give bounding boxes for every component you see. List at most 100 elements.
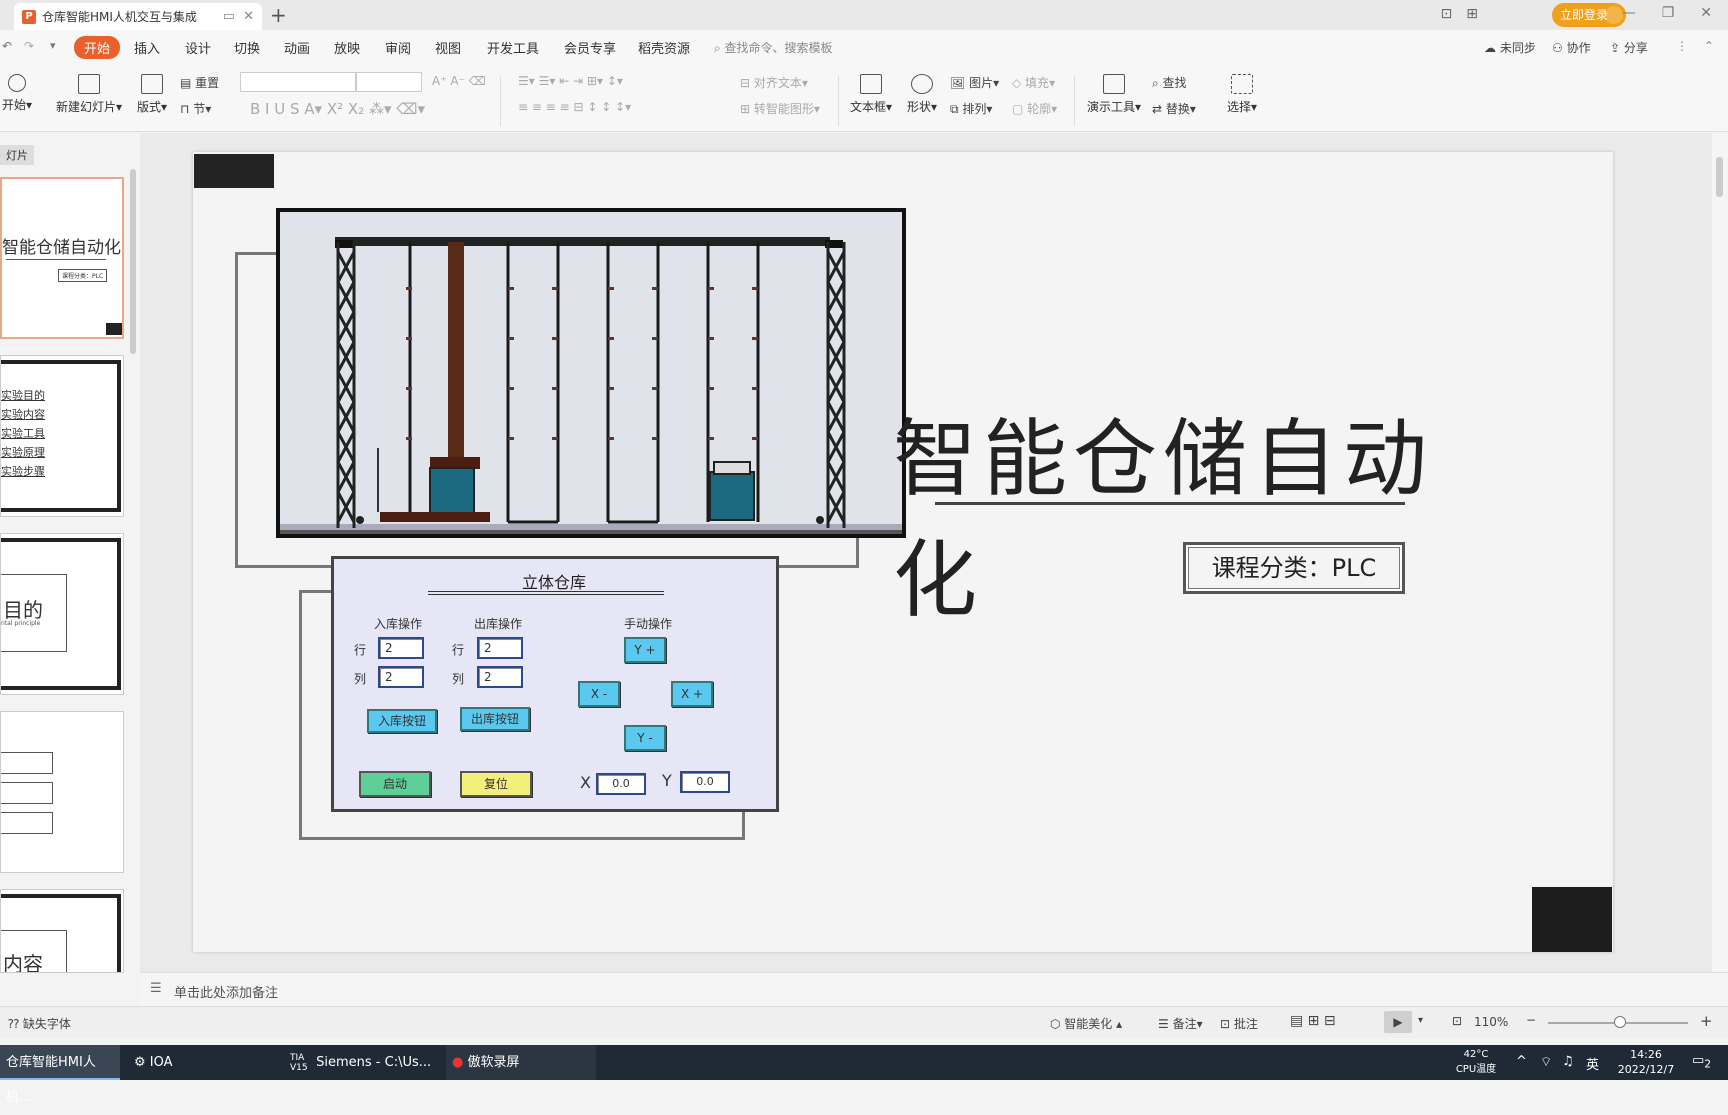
- thumbnail-scrollbar[interactable]: [130, 169, 136, 354]
- out-row-input[interactable]: 2: [477, 637, 523, 659]
- grow-font-icon[interactable]: A⁺ A⁻ ⌫: [432, 74, 486, 88]
- slide-thumb-1[interactable]: 智能仓储自动化 课程分类：PLC: [0, 177, 124, 339]
- menu-animation[interactable]: 动画: [284, 38, 310, 57]
- x-minus-button[interactable]: X -: [578, 681, 620, 707]
- sync-status[interactable]: ☁ 未同步: [1484, 39, 1536, 56]
- find-button[interactable]: ⌕ 查找: [1152, 74, 1187, 91]
- start-show-button[interactable]: 开始▾: [0, 74, 34, 113]
- menu-member[interactable]: 会员专享: [564, 38, 616, 57]
- play-options-icon[interactable]: ▾: [1418, 1015, 1423, 1026]
- missing-font-button[interactable]: ⁇ 缺失字体: [8, 1015, 71, 1032]
- y-plus-button[interactable]: Y +: [624, 637, 666, 663]
- clock[interactable]: 14:26 2022/12/7: [1606, 1047, 1686, 1077]
- slides-tab[interactable]: 灯片: [0, 145, 34, 165]
- fit-window-icon[interactable]: ⊡: [1452, 1014, 1462, 1028]
- menu-developer[interactable]: 开发工具: [487, 38, 539, 57]
- slide-canvas[interactable]: 智能仓储自动化 课程分类：PLC 立体仓库 入库操作 出库操作 手动操作 行 列…: [193, 152, 1613, 952]
- format-icons[interactable]: B I U S A▾ X² X₂ ⁂▾ ⌫▾: [250, 100, 425, 118]
- replace-label: 替换: [1165, 102, 1190, 116]
- notes-toggle[interactable]: ☰ 备注▾: [1158, 1015, 1203, 1032]
- out-col-input[interactable]: 2: [477, 666, 523, 688]
- layout-icon[interactable]: ⊡: [1441, 6, 1453, 22]
- record-icon: ●: [452, 1055, 464, 1070]
- taskbar-wps[interactable]: 仓库智能HMI人机...: [0, 1045, 120, 1105]
- customize-icon[interactable]: ▾: [50, 39, 56, 52]
- reset-button[interactable]: ▤ 重置: [180, 74, 219, 91]
- menu-transition[interactable]: 切换: [234, 38, 260, 57]
- slide-thumb-5[interactable]: 内容: [0, 889, 124, 973]
- beautify-button[interactable]: ⬡ 智能美化 ▴: [1050, 1015, 1122, 1032]
- font-size-select[interactable]: [356, 72, 422, 92]
- share-button[interactable]: ⇪ 分享: [1610, 39, 1648, 56]
- more-icon[interactable]: ⋮: [1676, 39, 1688, 53]
- outbound-button[interactable]: 出库按钮: [460, 707, 530, 731]
- menu-design[interactable]: 设计: [185, 38, 211, 57]
- start-button[interactable]: 启动: [359, 771, 431, 797]
- taskbar-recorder[interactable]: ● 傲软录屏: [446, 1045, 596, 1080]
- section-button[interactable]: ⊓ 节▾: [180, 100, 211, 117]
- menu-slideshow[interactable]: 放映: [334, 38, 360, 57]
- network-icon[interactable]: ⌔: [1540, 1054, 1552, 1070]
- inbound-button[interactable]: 入库按钮: [367, 709, 437, 733]
- slide-thumb-2[interactable]: 实验目的 实验内容 实验工具 实验原理 实验步骤: [0, 355, 124, 517]
- minimize-icon[interactable]: —: [1622, 5, 1636, 21]
- replace-button[interactable]: ⇄ 替换▾: [1152, 100, 1196, 117]
- login-label: 立即登录: [1560, 8, 1609, 22]
- slide-thumb-3[interactable]: 目的 ntal principle: [0, 533, 124, 695]
- menu-review[interactable]: 审阅: [385, 38, 411, 57]
- command-search[interactable]: ⌕ 查找命令、搜索模板: [714, 39, 833, 56]
- arrange-button[interactable]: ⧉ 排列▾: [950, 100, 992, 117]
- tray-up-icon[interactable]: ^: [1516, 1054, 1527, 1069]
- close-tab-icon[interactable]: ✕: [243, 9, 254, 24]
- zoom-out-icon[interactable]: −: [1526, 1013, 1536, 1027]
- new-slide-button[interactable]: 新建幻灯片▾: [54, 74, 124, 115]
- pin-icon[interactable]: ▭: [223, 9, 235, 24]
- close-window-icon[interactable]: ✕: [1700, 5, 1712, 21]
- restore-icon[interactable]: ❐: [1662, 5, 1675, 21]
- menu-docer[interactable]: 稻壳资源: [638, 38, 690, 57]
- in-col-input[interactable]: 2: [378, 666, 424, 688]
- notes-area[interactable]: ☰ 单击此处添加备注: [140, 972, 1728, 1006]
- layout-button[interactable]: 版式▾: [134, 74, 170, 115]
- picture-button[interactable]: 🖼 图片▾: [950, 74, 999, 91]
- taskbar-ioa[interactable]: ⚙ IOA: [128, 1045, 278, 1080]
- outline-button[interactable]: ▢ 轮廓▾: [1012, 100, 1057, 117]
- font-family-select[interactable]: [240, 72, 356, 92]
- zoom-level[interactable]: 110%: [1474, 1015, 1508, 1029]
- notification-icon[interactable]: ▭2: [1692, 1053, 1711, 1071]
- volume-icon[interactable]: ♫: [1562, 1054, 1574, 1069]
- x-plus-button[interactable]: X +: [671, 681, 713, 707]
- ime-indicator[interactable]: 英: [1586, 1054, 1599, 1073]
- in-row-input[interactable]: 2: [378, 637, 424, 659]
- menu-insert[interactable]: 插入: [134, 38, 160, 57]
- menu-start[interactable]: 开始: [74, 36, 121, 59]
- document-tab[interactable]: P 仓库智能HMI人机交互与集成 ▭ ✕: [14, 3, 262, 30]
- slide-thumb-4[interactable]: [0, 711, 124, 873]
- shape-button[interactable]: 形状▾: [904, 74, 940, 115]
- fill-button[interactable]: ◇ 填充▾: [1012, 74, 1055, 91]
- comment-toggle[interactable]: ⊡ 批注: [1220, 1015, 1258, 1032]
- zoom-in-icon[interactable]: +: [1700, 1012, 1713, 1030]
- y-minus-button[interactable]: Y -: [624, 725, 666, 751]
- collab-button[interactable]: ⚇ 协作: [1552, 39, 1591, 56]
- textbox-button[interactable]: 文本框▾: [848, 74, 894, 115]
- align-text-button[interactable]: ⊟ 对齐文本▾: [740, 74, 808, 91]
- login-button[interactable]: 立即登录: [1552, 3, 1626, 27]
- present-tools-button[interactable]: 演示工具▾: [1084, 74, 1144, 115]
- reset-button-hmi[interactable]: 复位: [460, 771, 532, 797]
- play-slideshow-icon[interactable]: ▶: [1384, 1011, 1412, 1033]
- menu-view[interactable]: 视图: [435, 38, 461, 57]
- new-tab-icon[interactable]: +: [270, 3, 287, 27]
- align-icons[interactable]: ≡ ≡ ≡ ≡ ⊟ ↕ ↕ ↕▾: [518, 100, 631, 114]
- select-button[interactable]: 选择▾: [1222, 74, 1262, 115]
- view-mode-icons[interactable]: ▤ ⊞ ⊟: [1290, 1013, 1336, 1029]
- redo-icon[interactable]: ↷: [24, 39, 34, 53]
- smartart-button[interactable]: ⊞ 转智能图形▾: [740, 100, 820, 117]
- collapse-ribbon-icon[interactable]: ⌃: [1704, 39, 1714, 53]
- slide-scrollbar[interactable]: [1712, 133, 1728, 973]
- undo-icon[interactable]: ↶: [2, 39, 12, 53]
- zoom-slider-handle[interactable]: [1614, 1016, 1626, 1028]
- apps-grid-icon[interactable]: ⊞: [1466, 6, 1478, 22]
- bullets-icon[interactable]: ☰▾ ☰▾ ⇤ ⇥ ⊞▾ ↕▾: [518, 74, 623, 88]
- taskbar-tia[interactable]: TIA V15 Siemens - C:\Us...: [284, 1045, 434, 1080]
